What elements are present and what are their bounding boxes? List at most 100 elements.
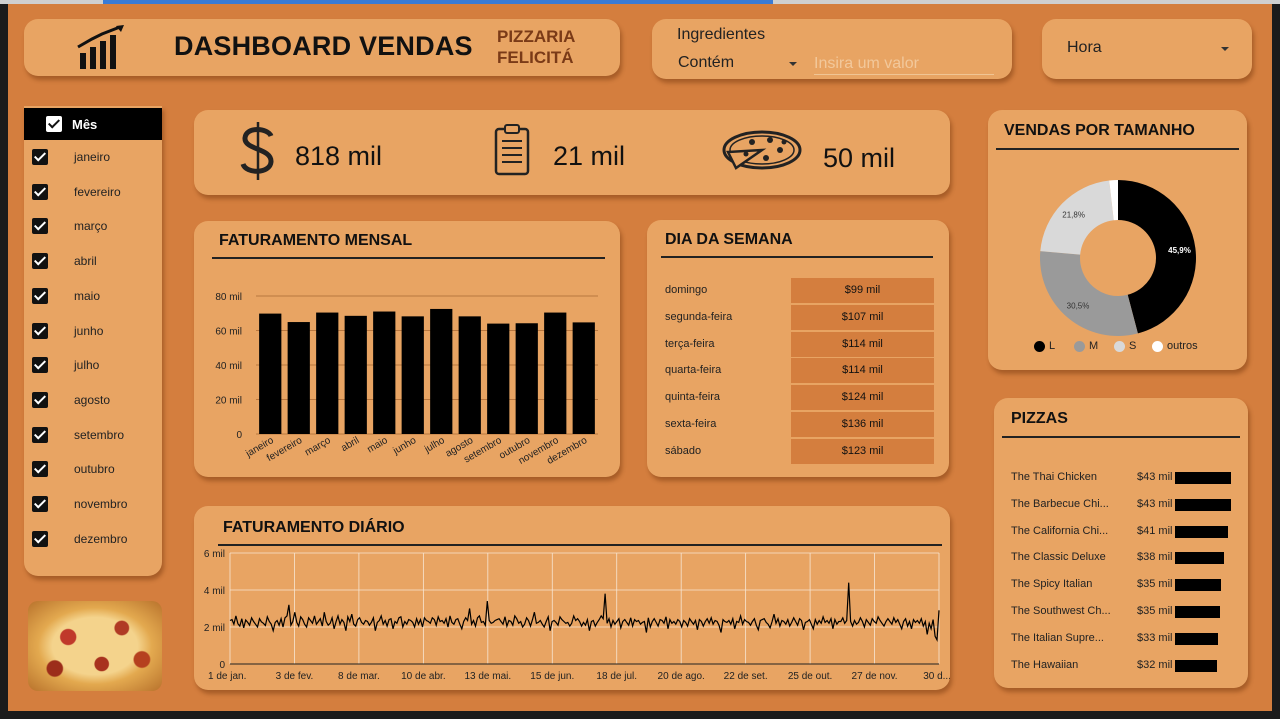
bar-maio[interactable] [373, 311, 396, 434]
ingredients-filter-label: Ingredientes [677, 26, 766, 43]
ingredients-filter-card: Ingredientes Contém Insira um valor [652, 19, 1012, 79]
slicer-item-outubro[interactable]: outubro [24, 459, 158, 479]
checkbox[interactable] [32, 530, 48, 547]
checkbox[interactable] [32, 357, 48, 374]
legend-label: outros [1167, 340, 1198, 352]
daily-revenue-card: FATURAMENTO DIÁRIO 02 mil 4 mil 6 mil 1 de … [194, 506, 950, 690]
slicer-item-agosto[interactable]: agosto [24, 390, 158, 410]
y-tick-label: 2 mil [204, 623, 225, 634]
brand-line-1: PIZZARIA [497, 27, 576, 46]
select-all-checkbox[interactable] [46, 116, 62, 132]
pizza-photo [28, 601, 162, 691]
weekday-title: DIA DA SEMANA [665, 231, 793, 248]
bar-fevereiro[interactable] [287, 322, 310, 434]
ingredients-operator-select[interactable]: Contém [676, 50, 804, 74]
slicer-item-junho[interactable]: junho [24, 321, 158, 341]
ingredients-value-input[interactable]: Insira um valor [814, 50, 994, 75]
bar-janeiro[interactable] [259, 313, 282, 434]
hour-select[interactable]: Hora [1066, 35, 1236, 61]
slicer-item-label: fevereiro [74, 184, 121, 199]
bar-dezembro[interactable] [572, 322, 595, 434]
bar-abril[interactable] [344, 315, 367, 434]
checkbox[interactable] [32, 391, 48, 408]
pizza-name: The Thai Chicken [1011, 471, 1098, 483]
slicer-item-label: agosto [74, 392, 111, 407]
y-tick-label: 0 [236, 430, 242, 441]
input-underline [814, 74, 994, 75]
checkbox[interactable] [32, 149, 48, 165]
chevron-down-icon [1221, 47, 1229, 51]
slicer-item-janeiro[interactable]: janeiro [24, 147, 158, 167]
checkbox[interactable] [32, 426, 48, 443]
pizza-value: $35 mil [1137, 578, 1173, 591]
legend-dot [1152, 341, 1163, 352]
slicer-item-fevereiro[interactable]: fevereiro [24, 182, 158, 202]
weekday-value: $136 mil [791, 412, 934, 438]
slicer-item-label: junho [74, 323, 104, 338]
title-underline [661, 256, 933, 258]
slicer-item-julho[interactable]: julho [24, 355, 158, 375]
checkbox[interactable] [32, 287, 48, 304]
pizza-value: $43 mil [1137, 471, 1173, 483]
bar-julho[interactable] [430, 308, 453, 434]
slicer-item-novembro[interactable]: novembro [24, 494, 158, 514]
slicer-item-label: maio [74, 288, 101, 303]
donut-data-label: 30,5% [1067, 301, 1090, 310]
legend-dot [1074, 341, 1085, 352]
monthly-revenue-card: FATURAMENTO MENSAL 0 20 mil 40 mil 60 mil 80… [194, 221, 620, 477]
checkbox[interactable] [32, 461, 48, 478]
brand-name: PIZZARIA FELICITÁ [497, 26, 575, 68]
dashboard-title: DASHBOARD VENDAS [174, 31, 473, 61]
checkbox[interactable] [32, 322, 48, 339]
checkbox[interactable] [32, 218, 48, 235]
slicer-item-label: abril [74, 254, 97, 269]
slicer-item-março[interactable]: março [24, 216, 158, 236]
slicer-item-setembro[interactable]: setembro [24, 425, 158, 445]
clipboard-icon [494, 124, 530, 176]
pizza-name: The Classic Deluxe [1011, 551, 1106, 564]
bar-agosto[interactable] [458, 316, 481, 434]
pizza-value-bar [1175, 606, 1221, 618]
slicer-item-dezembro[interactable]: dezembro [24, 529, 158, 549]
checkbox[interactable] [32, 253, 48, 270]
checkbox[interactable] [32, 496, 48, 512]
pizza-value-bar [1175, 525, 1229, 538]
kpi-pizzas-value: 50 mil [823, 143, 896, 173]
legend-label: M [1089, 340, 1099, 352]
pizzas-title: PIZZAS [1011, 410, 1068, 427]
y-tick-label: 20 mil [215, 396, 242, 407]
bar-junho[interactable] [401, 316, 424, 434]
bar-novembro[interactable] [544, 312, 567, 434]
legend-item-outros[interactable]: outros [1152, 340, 1208, 354]
slicer-item-maio[interactable]: maio [24, 286, 158, 306]
hour-filter-card: Hora [1042, 19, 1252, 79]
pizza-value: $41 mil [1137, 524, 1173, 537]
pizza-name: The Barbecue Chi... [1011, 497, 1109, 510]
pizza-value: $43 mil [1137, 497, 1173, 510]
bar-setembro[interactable] [487, 323, 510, 434]
checkbox[interactable] [32, 183, 48, 200]
x-tick-label: 20 de ago. [658, 671, 705, 682]
pizza-name: The Hawaiian [1011, 658, 1079, 671]
header-card: DASHBOARD VENDAS PIZZARIA FELICITÁ [24, 19, 620, 76]
x-tick-label: 3 de fev. [276, 671, 314, 682]
donut-slice-M[interactable] [1040, 251, 1138, 336]
bar-outubro[interactable] [515, 323, 538, 434]
donut-data-label: 45,9% [1168, 246, 1191, 255]
bar-março[interactable] [316, 312, 339, 434]
weekday-value: $123 mil [791, 438, 934, 465]
donut-data-label: 21,8% [1062, 211, 1085, 220]
x-tick-label: 27 de nov. [852, 671, 898, 682]
daily-revenue-chart: 0 2 mil 4 mil 6 mil 1 de jan. 3 de fev. 8 de m… [204, 549, 950, 682]
pizza-name: The California Chi... [1011, 524, 1109, 537]
slicer-header[interactable]: Mês [24, 108, 162, 140]
operator-value: Contém [678, 54, 735, 71]
daily-revenue-line[interactable] [229, 582, 940, 643]
x-tick-label: abril [339, 435, 361, 454]
slicer-item-abril[interactable]: abril [24, 251, 158, 271]
slicer-item-label: novembro [74, 497, 128, 511]
y-tick-label: 6 mil [204, 549, 225, 560]
size-sales-card: VENDAS POR TAMANHO 45,9% 30,5% 21,8% L M Sou… [988, 110, 1247, 370]
hour-select-value: Hora [1067, 39, 1102, 56]
x-tick-label: 22 de set. [724, 671, 768, 682]
